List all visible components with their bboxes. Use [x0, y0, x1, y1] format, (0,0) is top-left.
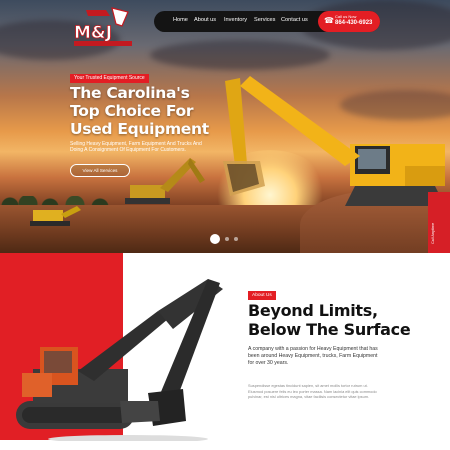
about-lead-text: A company with a passion for Heavy Equip… [248, 346, 378, 366]
page: M&J Home About us Inventory Services Con… [0, 0, 450, 450]
side-call-badge-label: Call Anytime [431, 222, 435, 244]
phone-number[interactable]: 864-430-6923 [335, 20, 372, 26]
small-excavator-image [125, 158, 205, 204]
logo-mark-icon: M&J [74, 7, 132, 46]
slider-dots [210, 234, 250, 244]
slider-dot[interactable] [225, 237, 229, 241]
company-logo[interactable]: M&J [72, 6, 136, 50]
hero-description: Selling Heavy Equipment, Farm Equipment … [70, 141, 202, 153]
nav-item-contact-us[interactable]: Contact us [281, 17, 308, 23]
hero-tagline-badge: Your Trusted Equipment Source [70, 74, 149, 83]
about-us-badge: About Us [248, 291, 276, 300]
view-all-services-button[interactable]: View All Services [70, 164, 130, 177]
dark-excavator-image [16, 279, 223, 441]
nav-item-about-us[interactable]: About us [194, 17, 216, 23]
about-body-text: Suspendisse egestas tincidunt sapien, si… [248, 383, 377, 400]
hero-title: The Carolina's Top Choice For Used Equip… [70, 84, 209, 138]
slider-dot[interactable] [234, 237, 238, 241]
hero-section: M&J Home About us Inventory Services Con… [0, 0, 450, 253]
nav-item-inventory[interactable]: Inventory [224, 17, 247, 23]
about-section: About Us Beyond Limits, Below The Surfac… [0, 253, 450, 450]
slider-dot[interactable] [210, 234, 220, 244]
logo-text: M&J [74, 23, 112, 43]
nav-item-services[interactable]: Services [254, 17, 275, 23]
nav-item-home[interactable]: Home [173, 17, 188, 23]
about-title: Beyond Limits, Below The Surface [248, 301, 411, 339]
phone-icon: ☎ [324, 16, 334, 25]
distant-loader-image [30, 206, 81, 226]
phone-label: Call us Now [335, 14, 357, 19]
yellow-excavator-image [223, 76, 445, 206]
